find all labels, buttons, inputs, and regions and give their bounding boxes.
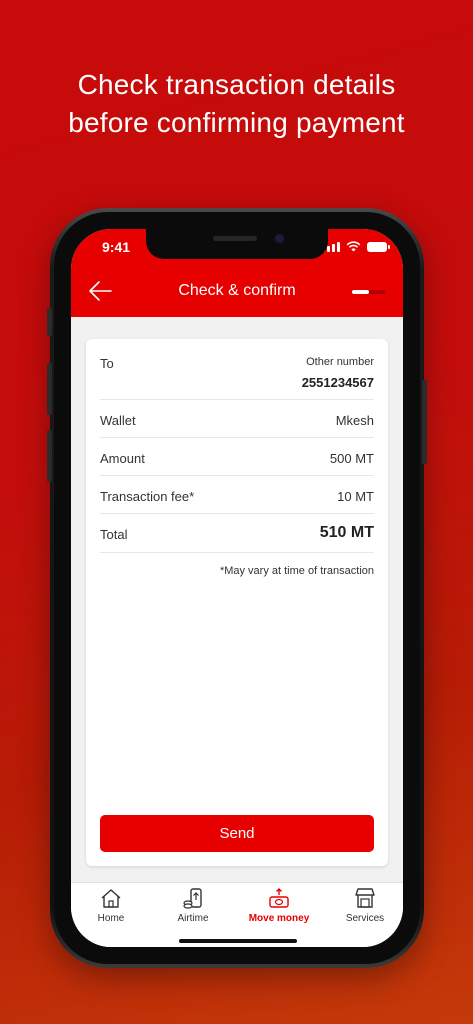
amount-label: Amount bbox=[100, 451, 145, 466]
status-icons bbox=[322, 241, 390, 252]
app-header: 9:41 Check & confirm bbox=[71, 229, 403, 317]
phone-frame: 9:41 Check & confirm To Other number 255… bbox=[47, 208, 427, 968]
tab-services[interactable]: Services bbox=[329, 887, 401, 924]
battery-icon bbox=[367, 241, 390, 252]
mute-switch bbox=[47, 308, 52, 336]
recipient-number: 2551234567 bbox=[301, 375, 374, 390]
send-button[interactable]: Send bbox=[100, 815, 374, 852]
store-icon bbox=[355, 888, 375, 908]
fee-row: Transaction fee* 10 MT bbox=[100, 476, 374, 514]
home-icon bbox=[101, 889, 121, 908]
fee-disclaimer: *May vary at time of transaction bbox=[219, 565, 374, 577]
recipient-row: To Other number 2551234567 bbox=[100, 339, 374, 400]
wallet-row: Wallet Mkesh bbox=[100, 400, 374, 438]
home-indicator[interactable] bbox=[179, 939, 297, 943]
volume-down-button bbox=[47, 430, 52, 482]
tab-services-label: Services bbox=[345, 913, 385, 924]
tab-home[interactable]: Home bbox=[75, 887, 147, 924]
amount-value: 500 MT bbox=[329, 451, 374, 466]
headline-line-2: before confirming payment bbox=[68, 107, 405, 138]
fee-label: Transaction fee* bbox=[100, 489, 195, 504]
bottom-tab-bar: Home Airtime Move money Services bbox=[71, 882, 403, 947]
total-row: Total 510 MT bbox=[100, 514, 374, 553]
tab-move-money[interactable]: Move money bbox=[239, 887, 319, 924]
phone-screen: 9:41 Check & confirm To Other number 255… bbox=[71, 229, 403, 947]
phone-topup-icon bbox=[183, 888, 202, 909]
headline-line-1: Check transaction details bbox=[77, 69, 396, 100]
money-transfer-icon bbox=[269, 888, 289, 908]
recipient-label: To bbox=[100, 356, 114, 371]
amount-row: Amount 500 MT bbox=[100, 438, 374, 476]
step-progress-bar bbox=[352, 290, 386, 294]
status-time: 9:41 bbox=[102, 239, 131, 255]
wallet-label: Wallet bbox=[100, 413, 136, 428]
tab-airtime-label: Airtime bbox=[177, 913, 209, 924]
total-value: 510 MT bbox=[319, 524, 374, 541]
total-label: Total bbox=[100, 527, 128, 542]
front-camera bbox=[275, 234, 284, 243]
wallet-value: Mkesh bbox=[335, 413, 374, 428]
step-progress-fill bbox=[352, 290, 369, 294]
power-button bbox=[422, 380, 427, 464]
notch bbox=[146, 229, 328, 259]
volume-up-button bbox=[47, 363, 52, 415]
speaker-grille bbox=[213, 236, 257, 241]
fee-value: 10 MT bbox=[337, 489, 374, 504]
tab-move-money-label: Move money bbox=[248, 913, 310, 924]
recipient-type: Other number bbox=[306, 356, 374, 368]
wifi-icon bbox=[346, 241, 361, 252]
confirmation-card: To Other number 2551234567 Wallet Mkesh … bbox=[86, 339, 388, 866]
tab-home-label: Home bbox=[97, 913, 125, 924]
tab-airtime[interactable]: Airtime bbox=[157, 887, 229, 924]
marketing-headline: Check transaction details before confirm… bbox=[0, 66, 473, 142]
